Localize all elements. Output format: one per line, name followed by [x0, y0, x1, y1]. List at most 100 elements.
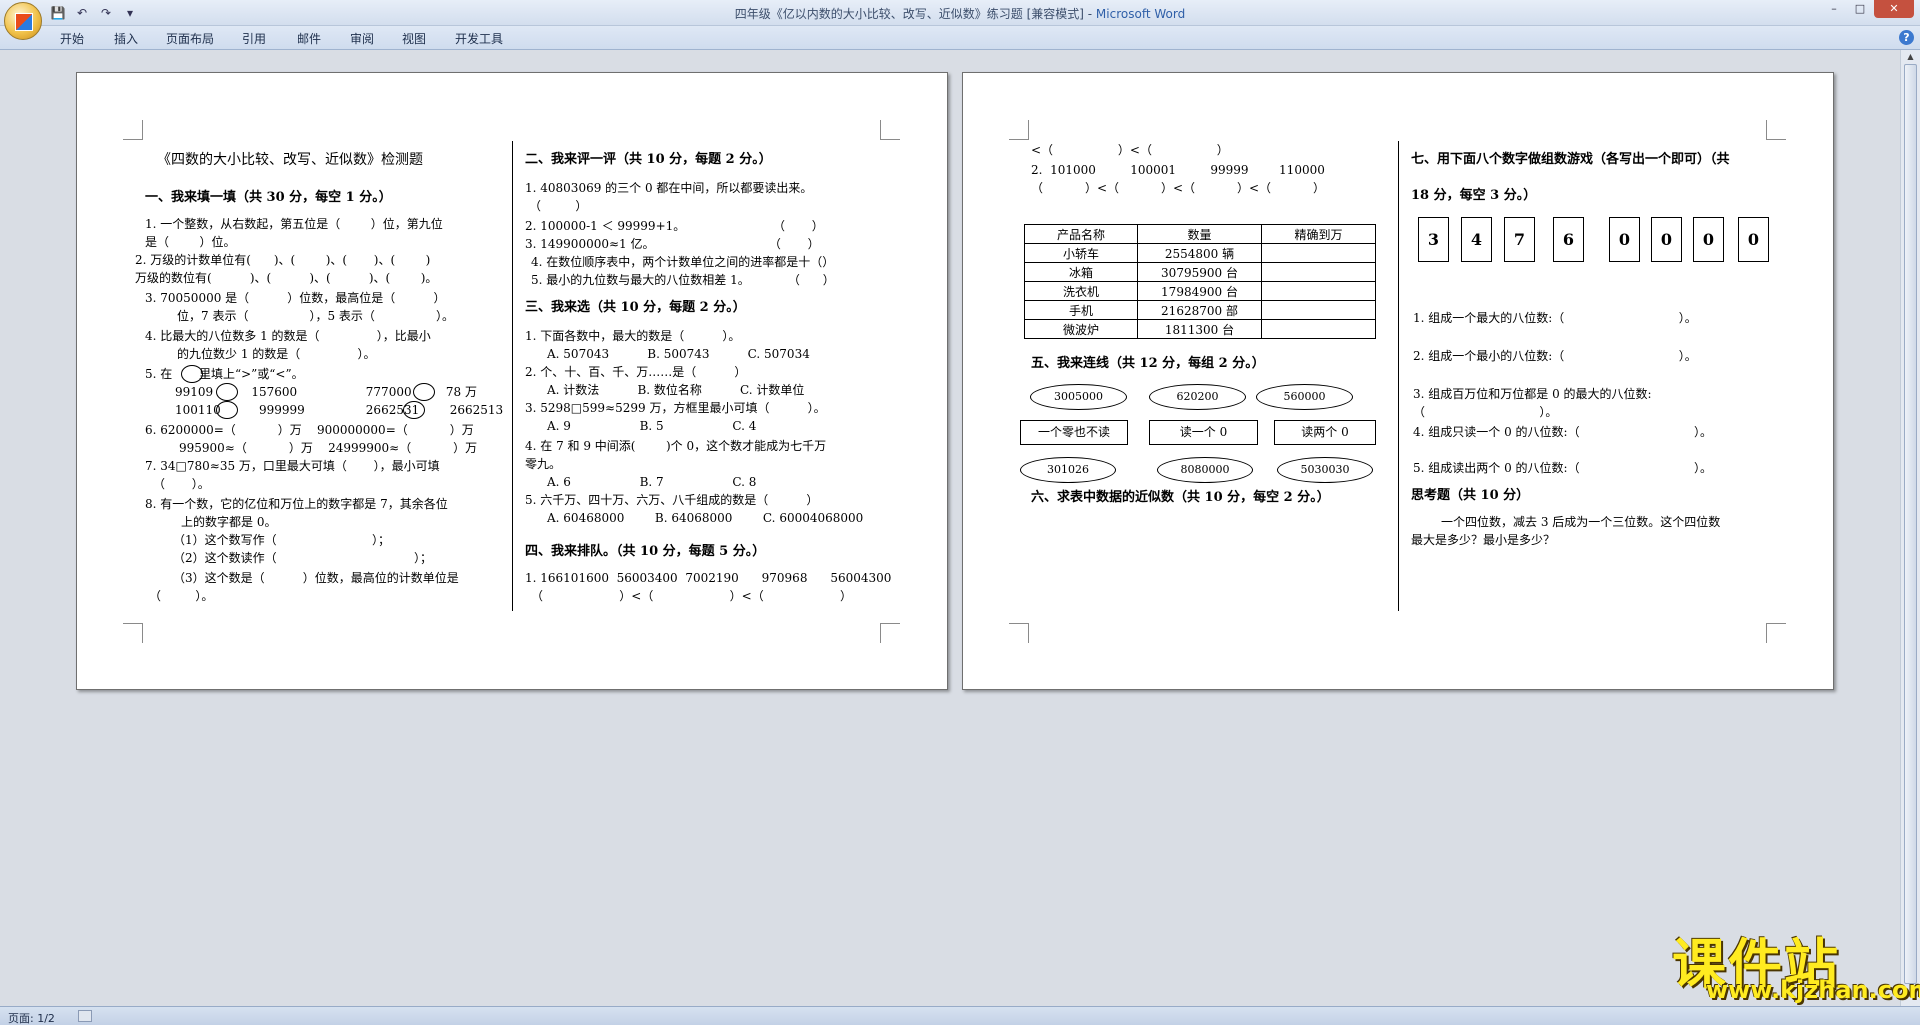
question-line: 1. 一个整数，从右数起，第五位是（ ）位，第九位 [145, 217, 443, 231]
answer-line: （ ）<（ ）<（ ） [531, 589, 852, 603]
tab-page-layout[interactable]: 页面布局 [166, 30, 214, 47]
question-line: 5. 组成读出两个 0 的八位数:（ ）。 [1413, 461, 1713, 475]
choice-line: A. 9 B. 5 C. 4 [547, 419, 757, 433]
compare-circle[interactable] [181, 365, 203, 383]
question-line: （1）这个数写作（ ）； [173, 533, 390, 547]
question-line: 2. 组成一个最小的八位数:（ ）。 [1413, 349, 1697, 363]
table-cell[interactable] [1261, 281, 1376, 301]
answer-line: <（ ）<（ ） [1031, 143, 1229, 157]
question-line: 6. 6200000=（ ）万 900000000=（ ）万 [145, 423, 474, 437]
question-line: 5. 六千万、四十万、六万、八千组成的数是（ ） [525, 493, 819, 507]
digit-card: 0 [1609, 217, 1640, 262]
question-line: 1. 166101600 56003400 7002190 970968 560… [525, 571, 892, 585]
table-cell[interactable] [1261, 262, 1376, 282]
section-heading: 一、我来填一填（共 30 分，每空 1 分。） [145, 190, 392, 205]
question-line: 1. 40803069 的三个 0 都在中间，所以都要读出来。 [525, 181, 813, 195]
table-row: 手机 21628700 部 [1024, 300, 1376, 320]
page-count-indicator[interactable]: 页面: 1/2 [8, 1010, 55, 1025]
compare-circle[interactable] [216, 383, 238, 401]
question-line: 最大是多少？最小是多少？ [1411, 533, 1556, 547]
reading-box[interactable]: 一个零也不读 [1020, 420, 1128, 445]
table-cell[interactable] [1261, 300, 1376, 320]
number-oval[interactable]: 3005000 [1030, 384, 1127, 410]
tab-references[interactable]: 引用 [242, 30, 266, 47]
scroll-up-icon[interactable]: ▲ [1904, 52, 1917, 63]
question-line: 3. 组成百万位和万位都是 0 的最大的八位数: [1413, 387, 1652, 401]
table-cell: 冰箱 [1024, 262, 1138, 282]
close-icon[interactable]: ✕ [1874, 0, 1914, 18]
digit-card: 0 [1738, 217, 1769, 262]
section-heading: 四、我来排队。（共 10 分，每题 5 分。） [525, 544, 766, 559]
table-cell: 30795900 台 [1137, 262, 1262, 282]
number-oval[interactable]: 620200 [1149, 384, 1246, 410]
choice-line: A. 6 B. 7 C. 8 [547, 475, 757, 489]
product-table: 产品名称 数量 精确到万 小轿车 2554800 辆 冰箱 30795900 台… [1024, 224, 1376, 339]
compare-circle[interactable] [216, 401, 238, 419]
maximize-icon[interactable]: □ [1848, 0, 1872, 18]
number-oval[interactable]: 301026 [1020, 457, 1116, 483]
table-header-row: 产品名称 数量 精确到万 [1024, 224, 1376, 244]
crop-mark [123, 623, 143, 643]
question-line: 的九位数少 1 的数是（ ）。 [177, 347, 376, 361]
office-button[interactable] [4, 2, 42, 40]
document-page-1[interactable]: 《四数的大小比较、改写、近似数》检测题 一、我来填一填（共 30 分，每空 1 … [76, 72, 948, 690]
choice-line: A. 60468000 B. 64068000 C. 60004068000 [547, 511, 864, 525]
answer-line: （ ）。 [1413, 405, 1558, 419]
question-line: 位，7 表示（ ），5 表示（ ）。 [177, 309, 454, 323]
number-oval[interactable]: 5030030 [1277, 457, 1373, 483]
section-heading: 思考题（共 10 分） [1411, 488, 1530, 503]
table-header: 精确到万 [1261, 224, 1376, 244]
tab-view[interactable]: 视图 [402, 30, 426, 47]
reading-box[interactable]: 读一个 0 [1149, 420, 1258, 445]
status-bar: 页面: 1/2 [0, 1006, 1920, 1025]
table-cell[interactable] [1261, 319, 1376, 339]
question-line: （ ）。 [149, 589, 214, 603]
tab-home[interactable]: 开始 [60, 30, 84, 47]
number-oval[interactable]: 8080000 [1157, 457, 1253, 483]
table-row: 洗衣机 17984900 台 [1024, 281, 1376, 301]
question-line: 995900≈（ ）万 24999900≈（ ）万 [179, 441, 478, 455]
tab-insert[interactable]: 插入 [114, 30, 138, 47]
proofing-icon[interactable] [78, 1010, 92, 1022]
help-icon[interactable]: ? [1899, 30, 1914, 45]
question-line: 5. 最小的九位数与最大的八位数相差 1。 （ ） [531, 273, 835, 287]
reading-box[interactable]: 读两个 0 [1274, 420, 1376, 445]
scroll-thumb[interactable] [1904, 64, 1917, 984]
section-heading: 六、求表中数据的近似数（共 10 分，每空 2 分。） [1031, 490, 1330, 505]
document-page-2[interactable]: <（ ）<（ ） 2. 101000 100001 99999 110000 （… [962, 72, 1834, 690]
question-line: 7. 34□780≈35 万，口里最大可填（ ），最小可填 [145, 459, 440, 473]
answer-line: （ ）<（ ）<（ ）<（ ） [1031, 181, 1326, 195]
digit-card: 0 [1693, 217, 1724, 262]
choice-line: A. 507043 B. 500743 C. 507034 [547, 347, 810, 361]
compare-circle[interactable] [403, 401, 425, 419]
tab-developer[interactable]: 开发工具 [455, 30, 503, 47]
table-cell: 2554800 辆 [1137, 243, 1262, 263]
table-header: 产品名称 [1024, 224, 1138, 244]
vertical-scrollbar[interactable]: ▲ ▼ [1900, 50, 1920, 1006]
crop-mark [880, 120, 900, 140]
compare-circle[interactable] [413, 383, 435, 401]
table-cell[interactable] [1261, 243, 1376, 263]
table-row: 小轿车 2554800 辆 [1024, 243, 1376, 263]
tab-review[interactable]: 审阅 [350, 30, 374, 47]
digit-card: 4 [1461, 217, 1492, 262]
column-separator [512, 141, 513, 611]
question-line: 3. 149900000≈1 亿。 （ ） [525, 237, 820, 251]
tab-mailings[interactable]: 邮件 [297, 30, 321, 47]
question-line: （ ） [529, 199, 588, 213]
question-line: 零九。 [525, 457, 562, 471]
question-line: 4. 组成只读一个 0 的八位数:（ ）。 [1413, 425, 1713, 439]
question-line: 上的数字都是 0。 [181, 515, 277, 529]
table-header: 数量 [1137, 224, 1262, 244]
question-line: 万级的数位有( )、( )、( )、( )。 [135, 271, 438, 285]
number-oval[interactable]: 560000 [1256, 384, 1353, 410]
office-logo-icon [15, 13, 33, 31]
section-heading: 三、我来选（共 10 分，每题 2 分。） [525, 300, 746, 315]
table-cell: 17984900 台 [1137, 281, 1262, 301]
minimize-icon[interactable]: – [1822, 0, 1846, 18]
column-separator [1398, 141, 1399, 611]
crop-mark [1009, 120, 1029, 140]
page-title: 《四数的大小比较、改写、近似数》检测题 [157, 152, 423, 168]
question-line: 5. 在 里填上“>”或“<”。 [145, 367, 304, 381]
crop-mark [1009, 623, 1029, 643]
